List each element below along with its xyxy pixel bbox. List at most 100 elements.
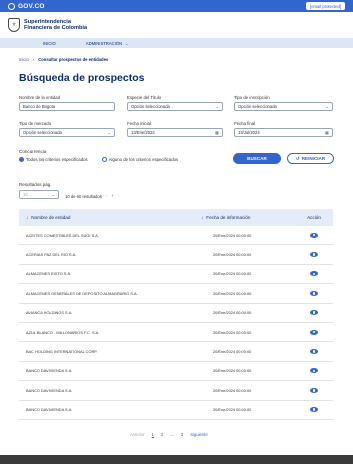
radio-label: Todos los criterios especificados bbox=[26, 157, 88, 162]
radio-alguno[interactable]: Alguno de los criterios especificados bbox=[101, 157, 178, 162]
inscripcion-select[interactable]: Opción seleccionada ⌄ bbox=[234, 102, 333, 111]
table-row: AVIANCA HOLDINGS S.A. 20/Ene/2024 00:00:0… bbox=[19, 304, 333, 323]
pagination-ellipsis: ... bbox=[170, 432, 174, 437]
filter-mercado: Tipo de mercado Opción seleccionada ⌄ bbox=[19, 121, 115, 137]
mercado-value: Opción seleccionada bbox=[23, 130, 62, 135]
especie-value: Opción seleccionada bbox=[131, 104, 170, 109]
table-row: BANCO DAVIVIENDA S.A. 20/Ene/2024 00:00:0… bbox=[19, 401, 333, 420]
view-eye-icon[interactable] bbox=[310, 271, 318, 277]
nav-item-inicio[interactable]: INICIO bbox=[43, 41, 56, 46]
cell-info-date: 20/Ene/2024 00:00:00 bbox=[213, 349, 252, 355]
radio-selected-icon bbox=[19, 157, 24, 162]
concurrencia-group: Concurrencia Todos los criterios especif… bbox=[19, 149, 178, 162]
cell-action bbox=[295, 271, 333, 277]
fecha-final-input[interactable]: 13/Jul/2024 ▦ bbox=[234, 128, 333, 137]
next-arrow-icon[interactable]: › bbox=[111, 193, 113, 199]
prev-arrow-icon[interactable]: ‹ bbox=[106, 193, 108, 199]
fecha-inicial-value: 13/Ene/2024 bbox=[131, 130, 155, 135]
reset-button[interactable]: ↺ REINICIAR bbox=[287, 153, 334, 164]
breadcrumb-separator: › bbox=[32, 57, 35, 62]
footer-bar bbox=[0, 455, 353, 464]
view-eye-icon[interactable] bbox=[310, 387, 318, 393]
results-count: 10 de 60 resultados bbox=[65, 193, 102, 199]
cell-info-date: 20/Ene/2024 00:00:00 bbox=[213, 310, 252, 316]
cell-action bbox=[295, 329, 333, 335]
cell-info-date: 20/Ene/2024 00:00:00 bbox=[213, 232, 252, 238]
view-eye-icon[interactable] bbox=[310, 232, 318, 238]
field-label: Fecha inicial bbox=[127, 121, 151, 126]
reset-label: REINICIAR bbox=[301, 156, 326, 161]
cell-info-date: 20/Ene/2024 00:00:00 bbox=[213, 252, 252, 258]
results-per-page-value: 10 bbox=[23, 192, 28, 197]
view-eye-icon[interactable] bbox=[310, 290, 318, 296]
pagination-page[interactable]: 1 bbox=[152, 432, 154, 437]
view-eye-icon[interactable] bbox=[310, 329, 318, 335]
mercado-select[interactable]: Opción seleccionada ⌄ bbox=[19, 128, 115, 137]
brand-name[interactable]: Superintendencia Financiera de Colombia bbox=[24, 19, 87, 32]
cell-action bbox=[295, 407, 333, 413]
column-header-label: Fecha de información bbox=[206, 215, 251, 220]
chevron-down-icon: ⌄ bbox=[107, 130, 111, 135]
inscripcion-value: Opción seleccionada bbox=[238, 104, 277, 109]
page-title: Búsqueda de prospectos bbox=[19, 72, 145, 84]
shield-icon: ⚜ bbox=[8, 18, 20, 32]
results-per-page-field: 10 ⌄ bbox=[19, 190, 59, 199]
cell-entity-name: ACERIAS PAZ DEL RIO S.A. bbox=[26, 252, 77, 258]
view-eye-icon[interactable] bbox=[310, 252, 318, 258]
view-eye-icon[interactable] bbox=[310, 349, 318, 355]
column-header-date[interactable]: ↓ Fecha de información bbox=[185, 215, 295, 220]
field-label: Nombre de la entidad bbox=[19, 95, 61, 100]
pagination-prev[interactable]: Anterior bbox=[130, 432, 145, 437]
gov-logo-text: GOV.CO bbox=[18, 2, 45, 10]
nombre-value: Banco de Bogota bbox=[23, 104, 56, 109]
table-row: ACEITES COMESTIBLES DEL SUGI S.A. 20/Ene/… bbox=[19, 226, 333, 246]
fecha-inicial-input[interactable]: 13/Ene/2024 ▦ bbox=[127, 128, 223, 137]
filter-especie: Especie del Título Opción seleccionada ⌄ bbox=[127, 95, 223, 111]
table-row: ACERIAS PAZ DEL RIO S.A. 20/Ene/2024 00:0… bbox=[19, 245, 333, 265]
cell-entity-name: ALMACENES EXITO S.A. bbox=[26, 271, 72, 277]
table-row: ALMACENES EXITO S.A. 20/Ene/2024 00:00:00 bbox=[19, 265, 333, 285]
view-eye-icon[interactable] bbox=[310, 368, 318, 374]
nav-item-administracion[interactable]: ADMINISTRACIÓN ⌄ bbox=[86, 41, 129, 46]
breadcrumb-home[interactable]: Inicio bbox=[19, 57, 29, 62]
cell-entity-name: AZUL BLANCO - MILLONARIOS F.C. S.A. bbox=[26, 329, 100, 335]
pagination-page[interactable]: 3 bbox=[181, 432, 183, 437]
calendar-icon[interactable]: ▦ bbox=[325, 130, 329, 135]
breadcrumb: Inicio › Consultar prospectos de entidad… bbox=[19, 57, 108, 62]
cell-entity-name: BAC HOLDING INTERNATIONAL CORP. bbox=[26, 349, 98, 355]
chevron-down-icon: ⌄ bbox=[215, 104, 219, 109]
cell-action bbox=[295, 232, 333, 238]
especie-select[interactable]: Opción seleccionada ⌄ bbox=[127, 102, 223, 111]
calendar-icon[interactable]: ▦ bbox=[215, 130, 219, 135]
table-row: BANCO DAVIVIENDA S.A. 20/Ene/2024 00:00:0… bbox=[19, 381, 333, 401]
table-header: ↓ Nombre de entidad ↓ Fecha de informaci… bbox=[19, 209, 333, 226]
table-row: BANCO DAVIVIENDA S.A. 20/Ene/2024 00:00:0… bbox=[19, 362, 333, 382]
nav-item-label: INICIO bbox=[43, 40, 56, 46]
cell-entity-name: ALMACENES GENERALES DE DEPOSITO ALMAGRAR… bbox=[26, 290, 138, 296]
fecha-final-value: 13/Jul/2024 bbox=[238, 130, 260, 135]
cell-entity-name: BANCO DAVIVIENDA S.A. bbox=[26, 368, 73, 374]
pagination-next[interactable]: Siguiente bbox=[190, 432, 207, 437]
radio-todos[interactable]: Todos los criterios especificados bbox=[19, 157, 88, 162]
column-header-name[interactable]: ↓ Nombre de entidad bbox=[19, 215, 185, 220]
filter-inscripcion: Tipo de inscripción Opción seleccionada … bbox=[234, 95, 333, 111]
brand-header: ⚜ Superintendencia Financiera de Colombi… bbox=[0, 12, 353, 38]
table-row: ALMACENES GENERALES DE DEPOSITO ALMAGRAR… bbox=[19, 284, 333, 304]
column-header-label: Nombre de entidad bbox=[31, 215, 71, 220]
field-label: Especie del Título bbox=[127, 95, 162, 100]
nombre-input[interactable]: Banco de Bogota bbox=[19, 102, 115, 111]
chevron-down-icon: ⌄ bbox=[325, 104, 329, 109]
gov-logo-icon bbox=[8, 2, 15, 10]
pagination-page[interactable]: 2 bbox=[161, 432, 163, 437]
reset-icon: ↺ bbox=[295, 155, 300, 161]
view-eye-icon[interactable] bbox=[310, 407, 318, 413]
concurrencia-label: Concurrencia bbox=[19, 149, 47, 154]
pagination: Anterior 1 2 ... 3 Siguiente bbox=[130, 432, 208, 437]
user-email-badge[interactable]: [email protected] bbox=[306, 2, 345, 10]
cell-entity-name: AVIANCA HOLDINGS S.A. bbox=[26, 310, 73, 316]
view-eye-icon[interactable] bbox=[310, 310, 318, 316]
search-button[interactable]: BUSCAR bbox=[233, 153, 281, 164]
results-per-page-select[interactable]: 10 ⌄ bbox=[19, 190, 59, 199]
gov-logo[interactable]: GOV.CO bbox=[8, 2, 45, 10]
cell-action bbox=[295, 368, 333, 374]
